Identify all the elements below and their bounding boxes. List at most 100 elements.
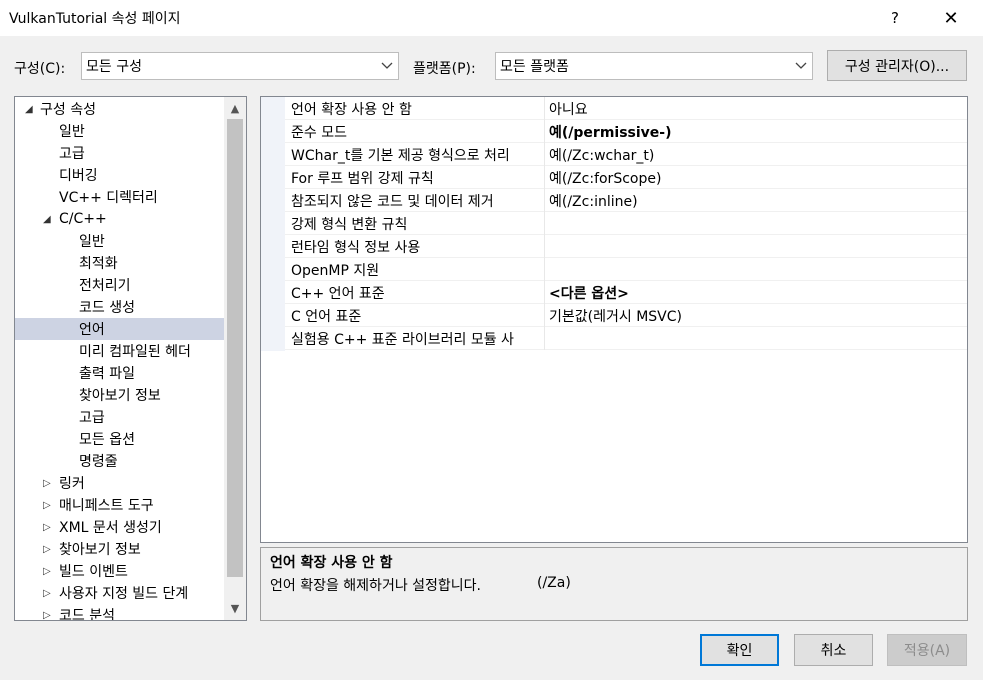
tree-item[interactable]: 일반 (15, 230, 224, 252)
expander-icon[interactable]: ▷ (43, 566, 53, 577)
tree-item[interactable]: ◢ C/C++ (15, 208, 224, 230)
tree-item[interactable]: ▷ 찾아보기 정보 (15, 538, 224, 560)
property-name: C++ 언어 표준 (291, 286, 385, 302)
tree-item-label: 코드 분석 (59, 608, 115, 621)
property-name: For 루프 범위 강제 규칙 (291, 171, 434, 187)
property-row[interactable]: C++ 언어 표준 <다른 옵션> (285, 281, 967, 304)
tree-item[interactable]: 최적화 (15, 252, 224, 274)
tree-item-label: XML 문서 생성기 (59, 520, 162, 536)
property-value[interactable]: 아니요 (549, 99, 588, 119)
tree-item[interactable]: ▷ 코드 분석 (15, 604, 224, 621)
property-name: WChar_t를 기본 제공 형식으로 처리 (291, 148, 510, 164)
property-name: 실험용 C++ 표준 라이브러리 모듈 사 (291, 332, 514, 348)
tree-item[interactable]: 언어 (15, 318, 224, 340)
tree-item[interactable]: ◢ 구성 속성 (15, 98, 224, 120)
tree-item-label: 언어 (79, 322, 105, 338)
property-value[interactable]: 예(/Zc:inline) (549, 191, 638, 211)
property-value[interactable]: <다른 옵션> (549, 283, 629, 303)
tree-item[interactable]: 미리 컴파일된 헤더 (15, 340, 224, 362)
description-panel: 언어 확장 사용 안 함 언어 확장을 해제하거나 설정합니다. (/Za) (260, 547, 968, 621)
expander-icon[interactable]: ◢ (43, 214, 53, 225)
tree-item-label: 디버깅 (59, 168, 98, 184)
tree-item[interactable]: 고급 (15, 142, 224, 164)
tree-item-label: 명령줄 (79, 454, 118, 470)
property-tree[interactable]: ◢ 구성 속성 일반 고급 디버깅 VC++ 디렉터리 ◢ C/C++ 일반 최적화 전처리기 코드 … (14, 96, 247, 621)
property-row[interactable]: 언어 확장 사용 안 함 아니요 (285, 97, 967, 120)
title-bar: VulkanTutorial 속성 페이지 ? ✕ (0, 0, 983, 36)
property-row[interactable]: 강제 형식 변환 규칙 (285, 212, 967, 235)
apply-button[interactable]: 적용(A) (887, 634, 967, 666)
tree-item[interactable]: 고급 (15, 406, 224, 428)
tree-item[interactable]: ▷ 빌드 이벤트 (15, 560, 224, 582)
ok-button[interactable]: 확인 (700, 634, 779, 666)
column-divider (544, 189, 545, 212)
tree-item[interactable]: ▷ 사용자 지정 빌드 단계 (15, 582, 224, 604)
property-row[interactable]: C 언어 표준 기본값(레거시 MSVC) (285, 304, 967, 327)
property-value[interactable]: 기본값(레거시 MSVC) (549, 306, 682, 326)
tree-item[interactable]: VC++ 디렉터리 (15, 186, 224, 208)
tree-item[interactable]: 찾아보기 정보 (15, 384, 224, 406)
configuration-manager-button[interactable]: 구성 관리자(O)... (827, 50, 967, 81)
property-name: OpenMP 지원 (291, 263, 380, 279)
expander-icon[interactable]: ▷ (43, 544, 53, 555)
tree-item[interactable]: 모든 옵션 (15, 428, 224, 450)
property-row[interactable]: 참조되지 않은 코드 및 데이터 제거 예(/Zc:inline) (285, 189, 967, 212)
column-divider (544, 143, 545, 166)
tree-item[interactable]: 명령줄 (15, 450, 224, 472)
tree-item[interactable]: 일반 (15, 120, 224, 142)
window-title: VulkanTutorial 속성 페이지 (9, 11, 181, 27)
column-divider (544, 212, 545, 235)
expander-icon[interactable]: ▷ (43, 500, 53, 511)
config-dropdown[interactable]: 모든 구성 (81, 52, 399, 80)
column-divider (544, 235, 545, 258)
column-divider (544, 166, 545, 189)
description-text: 언어 확장을 해제하거나 설정합니다. (270, 578, 481, 594)
property-row[interactable]: For 루프 범위 강제 규칙 예(/Zc:forScope) (285, 166, 967, 189)
tree-item[interactable]: 출력 파일 (15, 362, 224, 384)
expander-icon[interactable]: ◢ (25, 104, 35, 115)
tree-item-label: VC++ 디렉터리 (59, 190, 158, 206)
tree-item-label: 고급 (79, 410, 105, 426)
property-row[interactable]: OpenMP 지원 (285, 258, 967, 281)
platform-value: 모든 플랫폼 (500, 59, 569, 75)
chevron-down-icon (381, 62, 393, 69)
cancel-button[interactable]: 취소 (794, 634, 873, 666)
scroll-up-icon[interactable]: ▲ (224, 98, 246, 118)
platform-dropdown[interactable]: 모든 플랫폼 (495, 52, 813, 80)
column-divider (544, 258, 545, 281)
expander-icon[interactable]: ▷ (43, 610, 53, 621)
property-row[interactable]: 런타임 형식 정보 사용 (285, 235, 967, 258)
tree-item-label: C/C++ (59, 211, 107, 227)
tree-item[interactable]: 전처리기 (15, 274, 224, 296)
tree-item[interactable]: 디버깅 (15, 164, 224, 186)
scroll-down-icon[interactable]: ▼ (224, 598, 246, 618)
description-title: 언어 확장 사용 안 함 (270, 555, 393, 571)
property-value[interactable]: 예(/Zc:wchar_t) (549, 145, 654, 165)
property-row[interactable]: WChar_t를 기본 제공 형식으로 처리 예(/Zc:wchar_t) (285, 143, 967, 166)
property-grid[interactable]: 언어 확장 사용 안 함 아니요 준수 모드 예(/permissive-) WChar… (260, 96, 968, 543)
expander-icon[interactable]: ▷ (43, 588, 53, 599)
expander-icon[interactable]: ▷ (43, 478, 53, 489)
config-value: 모든 구성 (86, 59, 142, 75)
platform-label: 플랫폼(P): (413, 61, 476, 77)
tree-item[interactable]: ▷ 링커 (15, 472, 224, 494)
property-row[interactable]: 준수 모드 예(/permissive-) (285, 120, 967, 143)
tree-item[interactable]: ▷ XML 문서 생성기 (15, 516, 224, 538)
tree-item-label: 출력 파일 (79, 366, 135, 382)
expander-icon[interactable]: ▷ (43, 522, 53, 533)
property-row[interactable]: 실험용 C++ 표준 라이브러리 모듈 사 (285, 327, 967, 350)
tree-item-label: 사용자 지정 빌드 단계 (59, 586, 189, 602)
property-name: 런타임 형식 정보 사용 (291, 240, 421, 256)
scroll-thumb[interactable] (227, 119, 243, 577)
help-icon[interactable]: ? (872, 0, 918, 36)
close-icon[interactable]: ✕ (928, 0, 974, 36)
tree-item[interactable]: ▷ 매니페스트 도구 (15, 494, 224, 516)
property-value[interactable]: 예(/permissive-) (549, 122, 672, 142)
tree-item[interactable]: 코드 생성 (15, 296, 224, 318)
tree-scrollbar[interactable]: ▲ ▼ (224, 97, 246, 620)
column-divider (544, 281, 545, 304)
config-label: 구성(C): (14, 61, 66, 77)
tree-item-label: 일반 (59, 124, 85, 140)
property-value[interactable]: 예(/Zc:forScope) (549, 168, 661, 188)
column-divider (544, 327, 545, 350)
